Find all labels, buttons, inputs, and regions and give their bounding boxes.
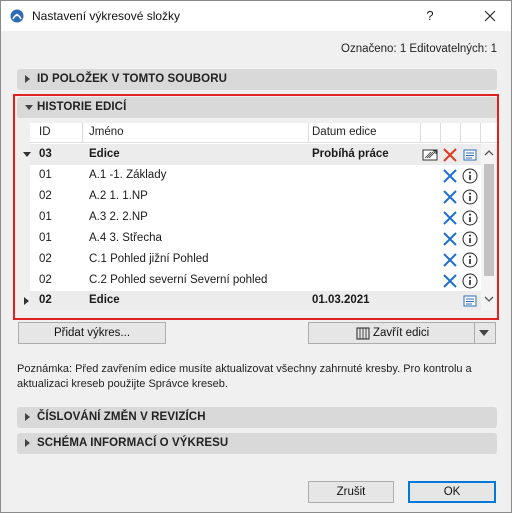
table-row-drawing[interactable]: 02 A.2 1. 1.NP bbox=[30, 186, 481, 207]
row-id: 01 bbox=[39, 211, 52, 223]
column-divider bbox=[480, 123, 481, 143]
add-drawing-button[interactable]: Přidat výkres... bbox=[18, 322, 166, 344]
table-header: ID Jméno Datum edice bbox=[30, 123, 497, 143]
expanded-triangle-icon bbox=[25, 105, 33, 110]
row-name: A.1 -1. Základy bbox=[89, 169, 167, 181]
row-id: 01 bbox=[39, 232, 52, 244]
table-row-edition[interactable]: 03 Edice Probíhá práce bbox=[23, 144, 481, 165]
row-name: C.1 Pohled jižní Pohled bbox=[89, 253, 209, 265]
info-icon[interactable] bbox=[462, 210, 478, 226]
row-date: Probíhá práce bbox=[312, 148, 389, 160]
section-edition-history[interactable]: HISTORIE EDICÍ bbox=[17, 97, 497, 118]
expanded-triangle-icon[interactable] bbox=[23, 152, 31, 157]
selection-status: Označeno: 1 Editovatelných: 1 bbox=[341, 43, 497, 55]
scroll-down-icon[interactable] bbox=[481, 291, 497, 307]
column-divider bbox=[460, 123, 461, 143]
row-id: 02 bbox=[39, 274, 52, 286]
row-id: 03 bbox=[39, 148, 52, 160]
chevron-down-icon[interactable] bbox=[479, 330, 489, 336]
table-row-drawing[interactable]: 02 C.2 Pohled severní Severní pohled bbox=[30, 270, 481, 291]
delete-icon[interactable] bbox=[442, 231, 458, 247]
delete-icon[interactable] bbox=[442, 168, 458, 184]
edition-history-table: ID Jméno Datum edice 03 Edice Probíhá pr… bbox=[23, 123, 497, 310]
info-list-icon[interactable] bbox=[462, 293, 478, 309]
delete-icon[interactable] bbox=[442, 189, 458, 205]
section-drawing-info-schema-label: SCHÉMA INFORMACÍ O VÝKRESU bbox=[37, 437, 229, 449]
section-drawing-info-schema[interactable]: SCHÉMA INFORMACÍ O VÝKRESU bbox=[17, 433, 497, 454]
table-row-drawing[interactable]: 01 A.4 3. Střecha bbox=[30, 228, 481, 249]
table-row-drawing[interactable]: 01 A.1 -1. Základy bbox=[30, 165, 481, 186]
row-name: Edice bbox=[89, 148, 120, 160]
row-name: Edice bbox=[89, 294, 120, 306]
column-header-date[interactable]: Datum edice bbox=[312, 126, 377, 138]
delete-icon[interactable] bbox=[442, 210, 458, 226]
ok-button[interactable]: OK bbox=[408, 481, 496, 503]
column-divider bbox=[82, 123, 83, 143]
row-id: 02 bbox=[39, 253, 52, 265]
info-icon[interactable] bbox=[462, 252, 478, 268]
row-name: C.2 Pohled severní Severní pohled bbox=[89, 274, 268, 286]
section-revision-numbering[interactable]: ČÍSLOVÁNÍ ZMĚN V REVIZÍCH bbox=[17, 407, 497, 428]
table-row-drawing[interactable]: 01 A.3 2. 2.NP bbox=[30, 207, 481, 228]
window-title: Nastavení výkresové složky bbox=[32, 9, 181, 23]
section-edition-history-label: HISTORIE EDICÍ bbox=[37, 101, 127, 113]
edit-edition-icon[interactable] bbox=[422, 147, 438, 163]
row-id: 01 bbox=[39, 169, 52, 181]
collapsed-triangle-icon bbox=[25, 413, 30, 421]
cancel-button[interactable]: Zrušit bbox=[308, 481, 394, 503]
scroll-up-icon[interactable] bbox=[481, 145, 497, 161]
row-name: A.2 1. 1.NP bbox=[89, 190, 148, 202]
delete-icon[interactable] bbox=[442, 147, 458, 163]
column-divider bbox=[420, 123, 421, 143]
info-icon[interactable] bbox=[462, 168, 478, 184]
scroll-thumb[interactable] bbox=[484, 164, 494, 276]
vertical-scrollbar[interactable] bbox=[481, 144, 497, 310]
row-date: 01.03.2021 bbox=[312, 294, 370, 306]
close-edition-split-button[interactable]: Zavřít edici bbox=[308, 322, 496, 344]
table-row-edition[interactable]: 02 Edice 01.03.2021 bbox=[24, 291, 481, 310]
collapsed-triangle-icon bbox=[25, 439, 30, 447]
column-header-id[interactable]: ID bbox=[39, 126, 51, 138]
table-row-drawing[interactable]: 02 C.1 Pohled jižní Pohled bbox=[30, 249, 481, 270]
row-name: A.4 3. Střecha bbox=[89, 232, 162, 244]
split-divider bbox=[474, 323, 475, 343]
note-text: Poznámka: Před zavřením edice musíte akt… bbox=[17, 363, 472, 390]
section-revision-numbering-label: ČÍSLOVÁNÍ ZMĚN V REVIZÍCH bbox=[37, 411, 206, 423]
close-icon[interactable] bbox=[475, 5, 505, 27]
info-icon[interactable] bbox=[462, 231, 478, 247]
row-id: 02 bbox=[39, 190, 52, 202]
help-button[interactable]: ? bbox=[419, 5, 441, 27]
row-id: 02 bbox=[39, 294, 52, 306]
title-bar: Nastavení výkresové složky ? bbox=[1, 1, 511, 31]
column-header-name[interactable]: Jméno bbox=[89, 126, 124, 138]
delete-icon[interactable] bbox=[442, 252, 458, 268]
close-edition-icon bbox=[356, 327, 370, 340]
archicad-logo-icon bbox=[10, 9, 24, 23]
delete-icon[interactable] bbox=[442, 273, 458, 289]
collapsed-triangle-icon bbox=[25, 75, 30, 83]
column-divider bbox=[440, 123, 441, 143]
collapsed-triangle-icon[interactable] bbox=[24, 297, 29, 305]
dialog-window: Nastavení výkresové složky ? Označeno: 1… bbox=[0, 0, 512, 513]
column-divider bbox=[308, 123, 309, 143]
info-icon[interactable] bbox=[462, 273, 478, 289]
info-icon[interactable] bbox=[462, 189, 478, 205]
section-item-ids-label: ID POLOŽEK V TOMTO SOUBORU bbox=[37, 73, 228, 85]
row-name: A.3 2. 2.NP bbox=[89, 211, 148, 223]
section-item-ids[interactable]: ID POLOŽEK V TOMTO SOUBORU bbox=[17, 69, 497, 90]
close-edition-label: Zavřít edici bbox=[373, 327, 430, 339]
info-list-icon[interactable] bbox=[462, 147, 478, 163]
